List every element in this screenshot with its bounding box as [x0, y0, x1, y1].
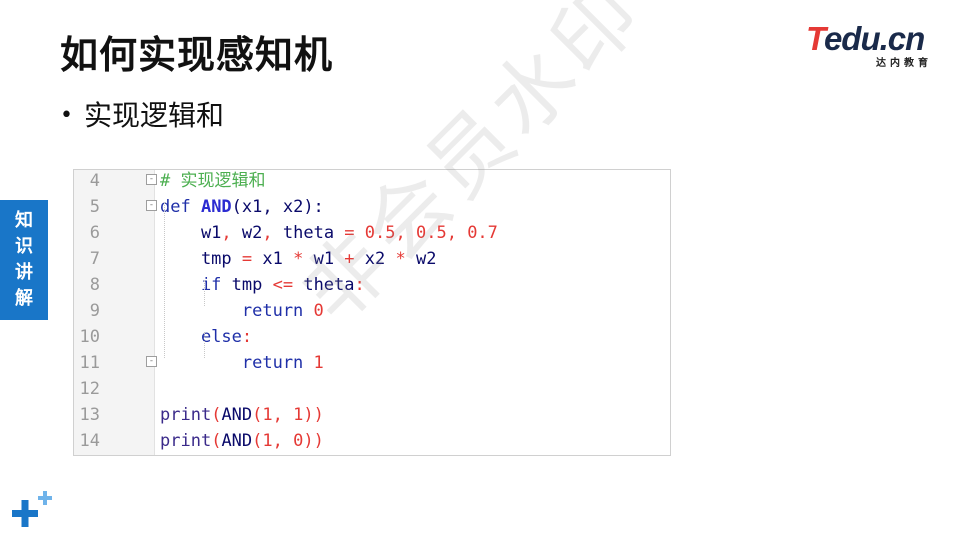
line-number: 6 [89, 223, 100, 243]
line-number: 7 [89, 249, 100, 269]
code-token: 0.5 [364, 223, 396, 243]
side-tab-char: 解 [15, 288, 33, 309]
code-token: # 实现逻辑和 [160, 171, 266, 191]
code-token: 1 [262, 431, 273, 451]
code-token: ( [211, 405, 222, 425]
code-token: theta [303, 275, 355, 295]
line-number: 9 [89, 301, 100, 321]
slide-title: 如何实现感知机 [60, 33, 334, 77]
code-token: if [160, 275, 232, 295]
code-token: )) [303, 405, 324, 425]
code-line: 14 print(AND(1, 0)) [74, 428, 670, 454]
line-number: 10 [79, 327, 100, 347]
logo-brand: Tedu.cn [806, 22, 936, 56]
code-token: )) [303, 431, 324, 451]
code-token: AND [221, 405, 253, 425]
code-token: AND [200, 197, 232, 217]
code-token: <= [272, 275, 304, 295]
code-line: 13 print(AND(1, 1)) [74, 402, 670, 428]
code-token: ( [211, 431, 222, 451]
fold-marker-icon[interactable]: - [146, 356, 157, 367]
code-token: 1 [262, 405, 273, 425]
indent-guide [204, 332, 205, 358]
plus-logo-icon [12, 491, 52, 527]
logo-subtitle: 达内教育 [876, 58, 932, 69]
line-number: 12 [79, 379, 100, 399]
code-token: AND [221, 431, 253, 451]
code-token: + [344, 249, 365, 269]
code-token: return [160, 353, 314, 373]
code-token: : [241, 327, 253, 347]
side-tab-char: 讲 [15, 262, 33, 283]
code-token: w2 [241, 223, 263, 243]
code-token: def [160, 197, 201, 217]
fold-marker-icon[interactable]: - [146, 174, 157, 185]
code-token: : [354, 275, 365, 295]
code-token: = [344, 223, 365, 243]
code-text: else: [160, 324, 252, 350]
fold-marker-icon[interactable]: - [146, 200, 157, 211]
code-token: else [160, 327, 242, 347]
code-token: tmp [160, 249, 242, 269]
line-number: 8 [89, 275, 100, 295]
code-token: , [272, 405, 294, 425]
code-token: , [221, 223, 242, 243]
code-token: ( [252, 405, 263, 425]
line-number: 5 [89, 197, 100, 217]
code-text: print(AND(1, 1)) [160, 402, 324, 428]
side-tab-char: 识 [15, 236, 33, 257]
code-text: return 1 [160, 350, 324, 376]
code-token: w2 [415, 249, 437, 269]
code-token: * [293, 249, 314, 269]
code-token: , [262, 223, 283, 243]
code-token: 0.7 [467, 223, 498, 243]
line-number: 13 [79, 405, 100, 425]
tedu-logo: Tedu.cn 达内教育 [806, 22, 936, 70]
code-token: , [446, 223, 468, 243]
code-text: def AND(x1, x2): [160, 194, 324, 220]
code-text: print(AND(1, 0)) [160, 428, 324, 454]
code-text: return 0 [160, 298, 324, 324]
logo-brand-rest: edu.cn [823, 20, 925, 57]
code-token: w1 [160, 223, 222, 243]
code-token: tmp [231, 275, 273, 295]
side-tab-char: 知 [15, 210, 33, 231]
bullet-dot-icon: • [60, 103, 73, 128]
bullet-item: • 实现逻辑和 [60, 94, 224, 134]
bullet-text: 实现逻辑和 [84, 99, 225, 132]
code-token: (x1, x2): [231, 197, 324, 217]
code-token: , [395, 223, 416, 243]
line-number: 11 [79, 353, 100, 373]
code-token: print [160, 431, 212, 451]
indent-guide [164, 202, 165, 358]
code-token: 0.5 [415, 223, 447, 243]
code-token: return [160, 301, 314, 321]
code-token: theta [282, 223, 345, 243]
code-token: 1 [313, 353, 324, 373]
code-text: if tmp <= theta: [160, 272, 365, 298]
code-token: print [160, 405, 212, 425]
code-line: 12 [74, 376, 670, 402]
code-text: # 实现逻辑和 [160, 168, 265, 194]
code-token: , [272, 431, 294, 451]
code-token: 1 [293, 405, 304, 425]
line-number: 14 [79, 431, 100, 451]
side-tab-knowledge: 知识讲解 [0, 200, 48, 320]
code-token: x1 [262, 249, 294, 269]
code-token: 0 [293, 431, 304, 451]
logo-brand-t: T [806, 20, 825, 57]
code-token: x2 [364, 249, 396, 269]
code-token: = [241, 249, 263, 269]
line-number: 4 [89, 171, 100, 191]
code-token: * [395, 249, 416, 269]
code-text: w1, w2, theta = 0.5, 0.5, 0.7 [160, 220, 498, 246]
code-editor-panel: 4- # 实现逻辑和 5- def AND(x1, x2): 6 w1, w2, the… [73, 169, 671, 456]
indent-guide [204, 280, 205, 306]
code-token: 0 [313, 301, 324, 321]
code-token: w1 [313, 249, 345, 269]
code-line: 4 - # 实现逻辑和 [74, 168, 670, 194]
code-token: ( [252, 431, 263, 451]
code-text: tmp = x1 * w1 + x2 * w2 [160, 246, 437, 272]
